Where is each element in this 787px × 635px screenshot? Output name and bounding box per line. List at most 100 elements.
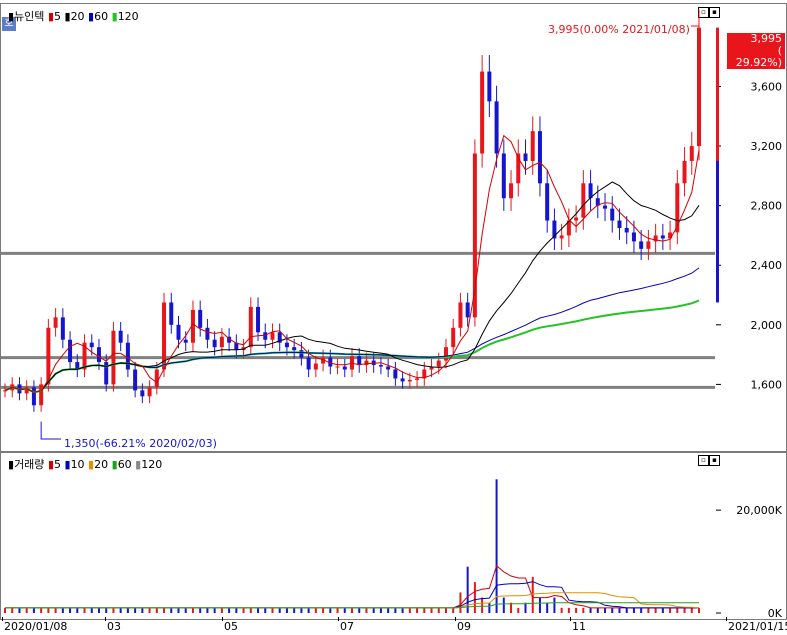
y-tick-label: 3,200: [751, 140, 783, 153]
volume-bar: [430, 607, 433, 613]
last-price: 3,995: [750, 32, 783, 45]
candle-body: [140, 390, 145, 397]
candle-body: [219, 336, 224, 348]
candle-body: [537, 131, 542, 184]
candle-body: [472, 153, 477, 318]
candle-body: [357, 356, 362, 366]
candle-body: [639, 241, 644, 249]
x-tick-label: 2021/01/15: [728, 620, 787, 633]
volume-bar: [69, 607, 72, 613]
candle-body: [407, 379, 412, 382]
x-tick: [338, 617, 339, 621]
volume-bar: [698, 607, 700, 613]
x-tick-label: 07: [340, 620, 354, 633]
candle-body: [306, 357, 311, 370]
candle-body: [96, 347, 101, 363]
volume-bar: [387, 607, 390, 613]
volume-bar: [97, 607, 100, 613]
volume-bar: [170, 607, 173, 613]
x-axis: 2020/01/08 03 05 07 09 11 2021/01/15: [0, 617, 787, 635]
x-tick: [570, 617, 571, 621]
max-marker: [691, 25, 700, 28]
volume-bar: [293, 607, 296, 613]
candle-body: [436, 360, 441, 367]
volume-bar: [47, 607, 50, 613]
price-chart: [1, 9, 715, 440]
min-marker: [40, 421, 61, 440]
volume-bar: [300, 607, 303, 613]
volume-bar: [690, 607, 693, 613]
candle-body: [465, 302, 470, 318]
volume-bar: [206, 607, 209, 613]
volume-bar: [18, 607, 21, 613]
volume-ma-line: [5, 592, 700, 609]
volume-bar: [625, 607, 628, 613]
volume-bar: [76, 607, 79, 613]
volume-bar: [358, 607, 361, 613]
volume-bar: [285, 607, 288, 613]
volume-bar: [105, 607, 108, 613]
volume-bar: [264, 607, 267, 613]
candle-body: [154, 369, 159, 388]
candle-body: [646, 241, 651, 249]
candle-body: [205, 327, 210, 340]
ma120-line: [4, 299, 700, 394]
volume-bar: [257, 607, 260, 613]
candle-body: [198, 309, 203, 328]
volume-bar: [126, 607, 129, 613]
candle-body: [53, 317, 58, 328]
volume-bar: [596, 607, 599, 613]
volume-bar: [444, 607, 447, 613]
candle-body: [631, 232, 636, 242]
volume-bar: [546, 602, 549, 613]
volume-bar: [322, 607, 325, 613]
candle-body: [118, 330, 123, 343]
volume-bar: [582, 607, 585, 613]
candle-body: [494, 101, 499, 154]
volume-bar: [488, 602, 491, 613]
volume-bar: [640, 607, 643, 613]
volume-bar: [567, 607, 570, 613]
volume-bar: [25, 607, 28, 613]
volume-bar: [538, 597, 541, 613]
candle-body: [125, 342, 130, 370]
x-tick: [222, 617, 223, 621]
candle-body: [386, 366, 391, 370]
volume-bar: [466, 566, 469, 613]
volume-bar: [32, 607, 35, 613]
y-tick-label: 1,600: [751, 378, 783, 391]
candle-body: [256, 306, 261, 333]
candle-body: [660, 235, 665, 239]
volume-bar: [481, 597, 484, 613]
volume-bar: [199, 607, 202, 613]
candle-body: [31, 387, 36, 406]
volume-bar: [336, 607, 339, 613]
price-y-axis: 3,600 3,200 2,800 2,400 2,000 1,600: [716, 27, 783, 391]
volume-bar: [647, 607, 650, 613]
candle-body: [451, 327, 456, 348]
volume-bar: [213, 607, 216, 613]
y-tick-label: 2,000: [751, 319, 783, 332]
volume-bar: [372, 607, 375, 613]
candle-body: [501, 153, 506, 199]
range-bar-down: [716, 160, 719, 303]
candle-body: [248, 306, 253, 348]
volume-bar: [654, 607, 657, 613]
volume-bar: [11, 607, 14, 613]
volume-bar: [589, 607, 592, 613]
volume-bar: [416, 607, 419, 613]
candle-body: [378, 365, 383, 367]
candle-body: [133, 369, 138, 391]
volume-bar: [408, 607, 411, 613]
volume-bar: [134, 607, 137, 613]
y-tick-label: 20,000K: [736, 504, 782, 517]
candle-body: [458, 302, 463, 328]
volume-bar: [560, 607, 563, 613]
volume-ma-line: [5, 581, 699, 609]
volume-bar: [495, 479, 498, 613]
candle-body: [263, 332, 268, 340]
volume-ma-line: [5, 602, 699, 609]
volume-bar: [351, 607, 353, 613]
candle-body: [292, 347, 297, 351]
volume-bar: [119, 607, 122, 613]
